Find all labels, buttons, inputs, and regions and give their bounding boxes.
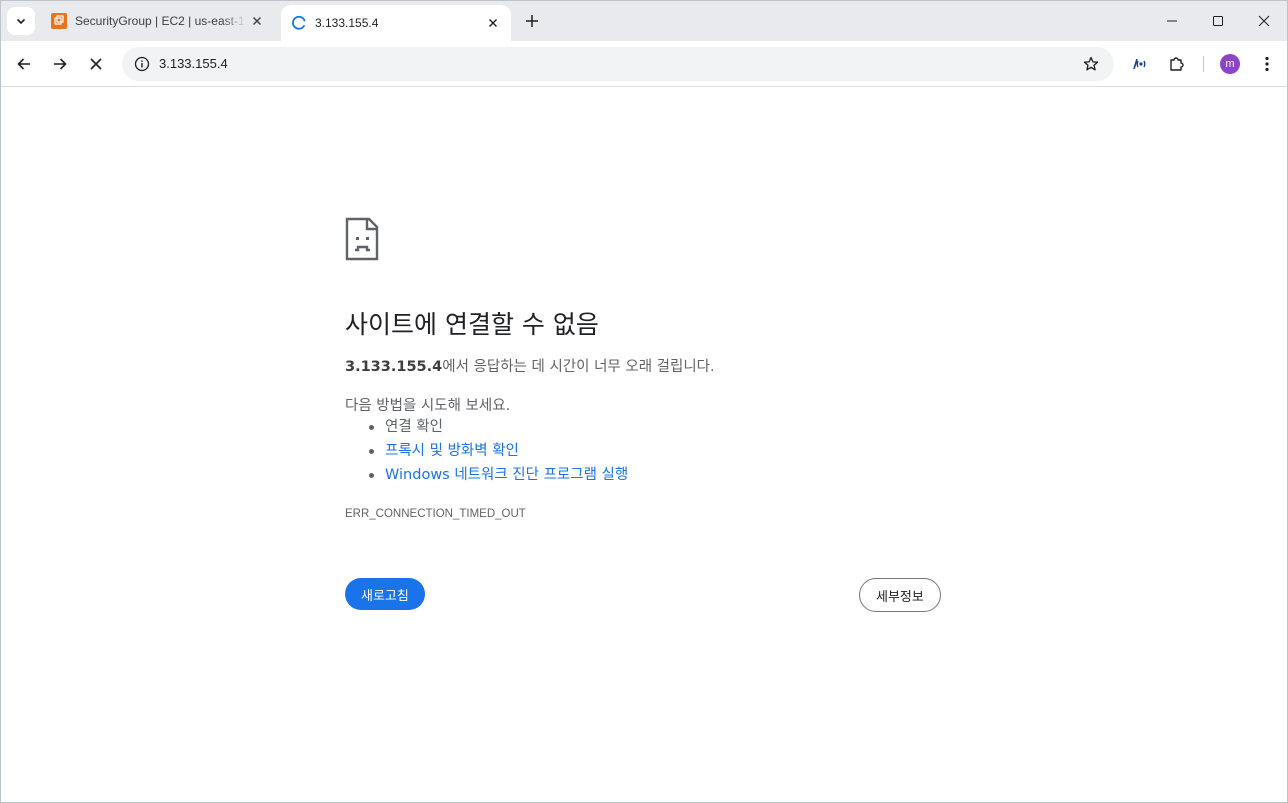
window-close-button[interactable] <box>1241 1 1287 41</box>
site-info-icon[interactable] <box>130 52 154 76</box>
error-heading: 사이트에 연결할 수 없음 <box>345 310 599 339</box>
more-menu-icon[interactable] <box>1253 50 1281 78</box>
close-tab-icon[interactable] <box>247 11 267 31</box>
toolbar-divider <box>1203 56 1204 72</box>
close-icon <box>90 58 102 70</box>
aws-ec2-icon <box>51 13 67 29</box>
profile-avatar[interactable]: m <box>1220 54 1240 74</box>
loading-spinner-icon <box>291 15 307 31</box>
error-code: ERR_CONNECTION_TIMED_OUT <box>345 508 526 520</box>
url-text[interactable]: 3.133.155.4 <box>159 56 228 71</box>
tab-current[interactable]: 3.133.155.4 <box>281 5 511 41</box>
forward-button[interactable] <box>44 48 76 80</box>
address-bar[interactable]: 3.133.155.4 <box>122 47 1114 81</box>
new-tab-button[interactable] <box>520 9 544 33</box>
tab-title: SecurityGroup | EC2 | us-east-1 <box>75 14 245 28</box>
extensions-puzzle-icon[interactable] <box>1163 50 1191 78</box>
reload-button[interactable]: 새로고침 <box>345 578 425 610</box>
browser-toolbar: 3.133.155.4 m <box>1 41 1287 87</box>
error-summary-text: 에서 응답하는 데 시간이 너무 오래 걸립니다. <box>442 359 715 375</box>
suggestions-title: 다음 방법을 시도해 보세요. <box>345 398 511 414</box>
sad-page-icon <box>345 217 379 261</box>
tab-strip: SecurityGroup | EC2 | us-east-1 3.133.15… <box>1 1 1287 41</box>
suggestion-check-proxy-firewall[interactable]: 프록시 및 방화벽 확인 <box>365 441 628 465</box>
error-host: 3.133.155.4 <box>345 359 443 375</box>
minimize-icon <box>1167 20 1177 22</box>
chevron-down-icon <box>16 18 26 25</box>
suggestion-run-diagnostics[interactable]: Windows 네트워크 진단 프로그램 실행 <box>365 465 628 489</box>
details-button[interactable]: 세부정보 <box>859 578 941 612</box>
suggestion-check-connection: 연결 확인 <box>365 417 628 441</box>
error-summary: 3.133.155.4에서 응답하는 데 시간이 너무 오래 걸립니다. <box>345 355 715 376</box>
suggestions-list: 연결 확인 프록시 및 방화벽 확인 Windows 네트워크 진단 프로그램 … <box>365 417 628 489</box>
arrow-right-icon <box>54 58 67 70</box>
close-tab-icon[interactable] <box>483 13 503 33</box>
bookmark-star-icon[interactable] <box>1080 53 1102 75</box>
tab-search-button[interactable] <box>7 7 35 35</box>
back-button[interactable] <box>8 48 40 80</box>
plus-icon <box>526 15 538 27</box>
maximize-button[interactable] <box>1195 1 1241 41</box>
close-icon <box>1258 15 1270 27</box>
stop-loading-button[interactable] <box>80 48 112 80</box>
arrow-left-icon <box>17 58 30 70</box>
tab-title: 3.133.155.4 <box>315 16 379 30</box>
minimize-button[interactable] <box>1149 1 1195 41</box>
tab-securitygroup[interactable]: SecurityGroup | EC2 | us-east-1 <box>41 1 275 41</box>
broadcast-extension-icon[interactable] <box>1126 50 1154 78</box>
maximize-icon <box>1213 16 1223 26</box>
